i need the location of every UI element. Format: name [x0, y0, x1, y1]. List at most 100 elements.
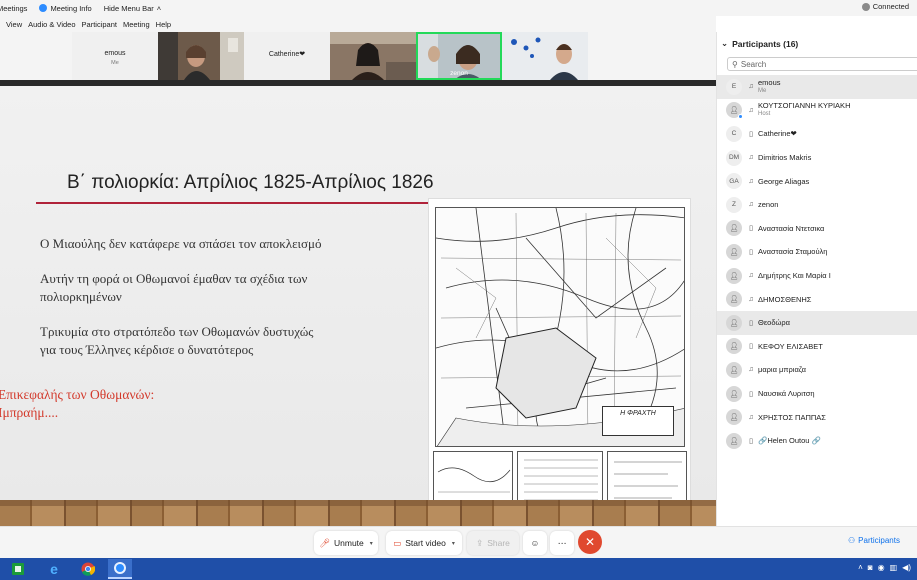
connection-icon	[861, 2, 870, 11]
start-video-button[interactable]: ▭ Start video ▾	[386, 531, 462, 555]
participant-role: Host	[758, 111, 771, 118]
share-icon: ⇪	[476, 537, 484, 548]
system-tray: ˄ ◙ ◉ ▥ ◀)	[858, 563, 911, 572]
participant-row[interactable]: 👤︎ ▯ Θεοδώρα	[717, 310, 917, 335]
title-bar: Meetings Meeting Info Hide Menu Bar ˄ Co…	[0, 0, 917, 16]
participant-row[interactable]: GA ♫ George Aliagas	[717, 169, 917, 193]
participant-row[interactable]: 👤︎ ▯ Ναυσικά Λυριτση	[717, 382, 917, 406]
participant-row[interactable]: 👤︎ ♫ ΚΟΥΤΣΟΓΙΑΝΝΗ ΚΥΡΙΑΚΗ Host	[717, 99, 917, 123]
participant-row[interactable]: DM ♫ Dimitrios Makris	[717, 146, 917, 170]
user-icon: 👤︎	[729, 272, 739, 280]
smiley-icon: ☺	[530, 538, 540, 548]
tray-arrow-icon[interactable]: ˄	[858, 563, 863, 572]
video-tile-zenon[interactable]: zenon	[416, 32, 502, 80]
menu-participant[interactable]: Participant	[82, 20, 117, 29]
user-icon: 👤︎	[729, 296, 739, 304]
more-icon: ⋯	[557, 537, 567, 548]
presentation-slide: Β΄ πολιορκία: Απρίλιος 1825-Απρίλιος 182…	[0, 86, 716, 552]
avatar: 👤︎	[726, 361, 742, 378]
start-button[interactable]	[6, 559, 30, 579]
menu-help[interactable]: Help	[156, 20, 171, 29]
zoom-window: Meetings Meeting Info Hide Menu Bar ˄ Co…	[0, 0, 917, 580]
participant-video	[502, 32, 588, 80]
participant-row[interactable]: 👤︎ ▯ Αναστασία Σταμούλη	[717, 240, 917, 264]
participant-row[interactable]: Z ♫ zenon	[717, 193, 917, 217]
video-tile-participant[interactable]	[502, 32, 588, 80]
participants-header[interactable]: ⌄ Participants (16)	[721, 38, 798, 49]
participant-name-block: Catherine❤	[758, 129, 797, 138]
meeting-info-button[interactable]: Meeting Info	[39, 3, 92, 13]
tray-app-icon[interactable]: ◉	[878, 563, 885, 572]
user-icon: 👤︎	[729, 390, 739, 398]
avatar-initials: GA	[729, 177, 739, 185]
video-strip: emous Me Catherine❤ zenon	[0, 32, 716, 80]
participants-toggle-button[interactable]: ⚇ Participants	[848, 536, 900, 545]
participant-row[interactable]: 👤︎ ▯ Αναστασία Ντετσικα	[717, 217, 917, 241]
user-icon: 👤︎	[729, 414, 739, 422]
participant-name: Θεοδώρα	[758, 318, 790, 328]
taskbar-edge[interactable]: e	[42, 559, 66, 579]
participant-row[interactable]: 👤︎ ♫ ΧΡΗΣΤΟΣ ΠΑΠΠΑΣ	[717, 405, 917, 429]
participants-search-input[interactable]: ⚲ Search	[727, 57, 917, 71]
participant-row[interactable]: C ▯ Catherine❤	[717, 122, 917, 146]
participant-row[interactable]: 👤︎ ▯ ΚΕΦΟΥ ΕΛΙΣΑΒΕΤ	[717, 335, 917, 359]
reactions-button[interactable]: ☺	[523, 531, 547, 555]
unmute-label: Unmute	[334, 538, 364, 548]
participants-list: E ♫ emous Me 👤︎ ♫ ΚΟΥΤΣΟΓΙΑΝΝΗ ΚΥΡΙΑΚΗ Host C ▯ Ca…	[717, 75, 917, 453]
video-tile-participant[interactable]	[330, 32, 416, 80]
tile-sub: Me	[111, 60, 119, 66]
video-tile-participant[interactable]	[158, 32, 244, 80]
avatar: Z	[726, 196, 742, 213]
tray-app-icon[interactable]: ◙	[868, 563, 873, 572]
avatar-initials: E	[731, 83, 737, 91]
menu-audio-video[interactable]: Audio & Video	[28, 20, 75, 29]
avatar: 👤︎	[726, 385, 742, 402]
participant-name-block: George Aliagas	[758, 177, 809, 186]
volume-icon[interactable]: ◀)	[902, 563, 911, 572]
participant-row[interactable]: 👤︎ ♫ Δημήτρης Και Μαρία Ι	[717, 264, 917, 288]
taskbar-chrome[interactable]	[76, 559, 100, 579]
avatar: E	[726, 78, 742, 95]
video-off-icon: ▭	[393, 537, 402, 548]
user-icon: 👤︎	[729, 248, 739, 256]
user-icon: 👤︎	[729, 107, 739, 115]
chevron-up-icon: ˄	[156, 3, 162, 13]
tile-name: zenon	[450, 70, 468, 77]
participant-name-block: Θεοδώρα	[758, 318, 790, 327]
participant-name: Αναστασία Σταμούλη	[758, 247, 828, 257]
participant-row[interactable]: 👤︎ ♫ μαρια μπριαζα	[717, 358, 917, 382]
participant-name-block: 🔗Helen Outou 🔗	[758, 436, 821, 445]
slide-red-text: Ιμπραήμ....	[0, 405, 59, 420]
share-button[interactable]: ⇪ Share	[467, 531, 519, 555]
participant-row[interactable]: E ♫ emous Me	[717, 75, 917, 99]
headphones-icon: ♫	[748, 106, 754, 114]
participant-name-block: Δημήτρης Και Μαρία Ι	[758, 271, 831, 280]
network-icon[interactable]: ▥	[890, 563, 898, 572]
video-tile-self[interactable]: emous Me	[72, 32, 158, 80]
phone-icon: ▯	[749, 437, 753, 445]
search-placeholder: Search	[740, 59, 767, 69]
phone-icon: ▯	[749, 248, 753, 256]
video-tile-catherine[interactable]: Catherine❤	[244, 32, 330, 80]
menu-meeting[interactable]: Meeting	[123, 20, 150, 29]
participant-name: George Aliagas	[758, 176, 810, 186]
slide-bullet-cont: πολιορκημένων	[40, 289, 122, 304]
participant-row[interactable]: 👤︎ ♫ ΔΗΜΟΣΘΕΝΗΣ	[717, 287, 917, 311]
phone-icon: ▯	[749, 319, 753, 327]
avatar-initials: Z	[732, 201, 736, 209]
slide-bullet: Αυτήν τη φορά οι Οθωμανοί έμαθαν τα σχέδ…	[40, 271, 308, 286]
meetings-label[interactable]: Meetings	[0, 4, 27, 13]
hide-menu-bar-button[interactable]: Hide Menu Bar ˄	[104, 4, 161, 13]
meeting-info-label: Meeting Info	[50, 3, 92, 13]
avatar-initials: C	[731, 130, 737, 138]
close-icon: ✕	[584, 535, 596, 549]
avatar: GA	[726, 173, 742, 190]
more-button[interactable]: ⋯	[550, 531, 574, 555]
participant-row[interactable]: 👤︎ ▯ 🔗Helen Outou 🔗	[717, 429, 917, 453]
unmute-button[interactable]: 🎤︎ Unmute ▾	[314, 531, 378, 555]
end-call-button[interactable]: ✕	[578, 530, 602, 554]
taskbar-zoom[interactable]	[108, 559, 132, 579]
menu-view[interactable]: View	[6, 20, 22, 29]
avatar: 👤︎	[726, 243, 742, 260]
mic-muted-icon: 🎤︎	[319, 537, 330, 548]
